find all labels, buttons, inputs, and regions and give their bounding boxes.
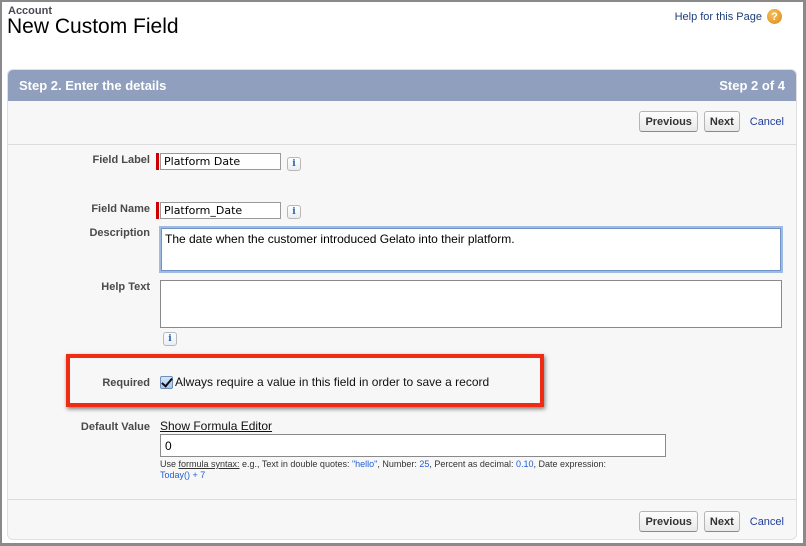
field-label-input[interactable] bbox=[160, 153, 281, 170]
field-name-input[interactable] bbox=[160, 202, 281, 219]
default-value-label: Default Value bbox=[80, 421, 150, 433]
panel-header: Step 2. Enter the details Step 2 of 4 bbox=[8, 70, 796, 101]
info-icon[interactable]: i bbox=[287, 157, 301, 171]
field-label-label: Field Label bbox=[92, 154, 150, 166]
required-label: Required bbox=[102, 377, 150, 389]
previous-button-top[interactable]: Previous bbox=[639, 111, 698, 132]
hint-example-date: Today() + 7 bbox=[160, 470, 206, 480]
required-checkbox[interactable] bbox=[160, 375, 173, 389]
hint-text: , Number: bbox=[377, 459, 420, 469]
previous-button-bottom[interactable]: Previous bbox=[639, 511, 698, 532]
hint-example-percent: 0.10 bbox=[515, 459, 534, 469]
cancel-link-top[interactable]: Cancel bbox=[750, 116, 784, 128]
help-link-label: Help for this Page bbox=[674, 10, 762, 23]
help-text-label: Help Text bbox=[101, 281, 150, 293]
field-name-label: Field Name bbox=[91, 203, 150, 215]
formula-hint: Use formula syntax: e.g., Text in double… bbox=[160, 459, 660, 481]
step-counter: Step 2 of 4 bbox=[719, 78, 785, 93]
hint-example-text: "hello" bbox=[351, 459, 378, 469]
formula-syntax-link[interactable]: formula syntax: bbox=[179, 459, 240, 469]
help-text-textarea[interactable] bbox=[160, 280, 782, 328]
required-indicator bbox=[156, 202, 159, 219]
description-label: Description bbox=[89, 227, 150, 239]
next-button-top[interactable]: Next bbox=[703, 111, 740, 132]
page-title: New Custom Field bbox=[7, 15, 179, 38]
divider-top bbox=[8, 144, 796, 145]
divider-bottom bbox=[8, 499, 796, 500]
field-name-wrap bbox=[156, 202, 281, 219]
default-value-input[interactable] bbox=[160, 434, 666, 457]
info-icon[interactable]: i bbox=[287, 205, 301, 219]
hint-text: , Date expression: bbox=[533, 459, 607, 469]
field-label-wrap bbox=[156, 153, 281, 170]
step-title: Step 2. Enter the details bbox=[19, 78, 167, 93]
cancel-link-bottom[interactable]: Cancel bbox=[750, 516, 784, 528]
help-for-this-page-link[interactable]: Help for this Page ? bbox=[675, 9, 782, 24]
hint-text: e.g., Text in double quotes: bbox=[239, 459, 352, 469]
hint-text: Use bbox=[160, 459, 179, 469]
hint-text: , Percent as decimal: bbox=[429, 459, 516, 469]
show-formula-editor-link[interactable]: Show Formula Editor bbox=[160, 419, 272, 433]
required-indicator bbox=[156, 153, 159, 170]
top-button-row: Previous Next Cancel bbox=[639, 111, 784, 132]
required-checkbox-label: Always require a value in this field in … bbox=[175, 375, 490, 389]
info-icon[interactable]: i bbox=[163, 332, 177, 346]
next-button-bottom[interactable]: Next bbox=[703, 511, 740, 532]
required-checkbox-row[interactable]: Always require a value in this field in … bbox=[160, 375, 489, 389]
description-textarea[interactable]: The date when the customer introduced Ge… bbox=[159, 226, 783, 273]
question-circle-icon: ? bbox=[767, 9, 782, 24]
bottom-button-row: Previous Next Cancel bbox=[639, 511, 784, 532]
hint-example-number: 25 bbox=[419, 459, 430, 469]
